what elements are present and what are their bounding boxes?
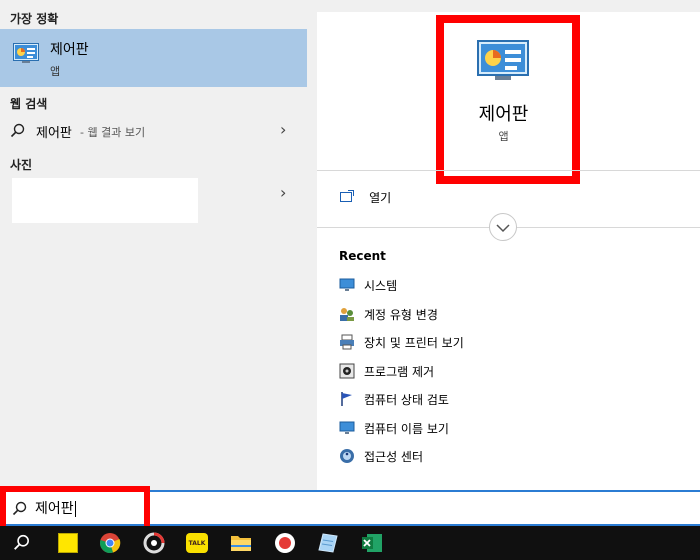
users-icon	[339, 306, 355, 322]
chevron-right-icon[interactable]: ›	[280, 183, 286, 202]
best-match-heading: 가장 정확	[10, 12, 59, 26]
results-pane: 가장 정확 제어판 앱 웹 검색 제어판 - 웹 결과 보기 › 사진 ›	[0, 0, 310, 490]
flag-icon	[339, 391, 355, 407]
search-icon[interactable]	[8, 529, 36, 557]
best-match-name: 제어판	[50, 42, 89, 58]
monitor-icon	[339, 277, 355, 293]
recent-item-label: 장치 및 프린터 보기	[364, 336, 464, 350]
divider	[317, 170, 700, 171]
notepad-icon[interactable]	[314, 529, 342, 557]
recent-item-label: 컴퓨터 상태 검토	[364, 393, 449, 407]
open-action[interactable]: 열기	[340, 187, 391, 206]
sticky-notes-icon[interactable]	[54, 529, 82, 557]
taskbar: TALK	[0, 526, 700, 560]
accessibility-icon	[339, 448, 355, 464]
web-search-result[interactable]: 제어판 - 웹 결과 보기 ›	[0, 118, 307, 144]
web-result-suffix: - 웹 결과 보기	[80, 126, 146, 139]
capture-app-icon[interactable]	[140, 529, 168, 557]
recent-item-label: 접근성 센터	[364, 450, 424, 464]
search-icon	[12, 501, 28, 521]
open-label: 열기	[369, 191, 392, 205]
search-input-value: 제어판	[35, 501, 74, 517]
monitor-icon	[339, 420, 355, 436]
text-caret	[74, 501, 76, 517]
printer-icon	[339, 334, 355, 350]
photo-thumbnail[interactable]	[12, 178, 198, 223]
expand-button[interactable]	[489, 213, 517, 241]
recent-item-label: 시스템	[364, 279, 398, 293]
recent-item-label: 계정 유형 변경	[364, 308, 438, 322]
recent-item-label: 컴퓨터 이름 보기	[364, 422, 449, 436]
program-icon	[339, 363, 355, 379]
chevron-down-icon	[496, 224, 510, 233]
best-match-item[interactable]: 제어판 앱	[0, 29, 307, 87]
best-match-type: 앱	[50, 65, 61, 78]
chevron-right-icon[interactable]: ›	[280, 120, 286, 139]
search-bar[interactable]: 제어판	[0, 486, 700, 532]
recent-heading: Recent	[339, 249, 386, 263]
search-input[interactable]: 제어판	[35, 498, 76, 518]
search-icon	[10, 123, 26, 143]
record-icon[interactable]	[271, 529, 299, 557]
web-query: 제어판	[36, 126, 72, 141]
file-explorer-icon[interactable]	[227, 529, 255, 557]
kakaotalk-icon[interactable]: TALK	[183, 529, 211, 557]
photos-heading: 사진	[10, 158, 33, 172]
open-icon	[340, 190, 356, 205]
excel-icon[interactable]	[358, 529, 386, 557]
control-panel-icon	[13, 43, 39, 67]
recent-item-label: 프로그램 제거	[364, 365, 435, 379]
chrome-icon[interactable]	[96, 529, 124, 557]
highlight-box	[436, 15, 580, 184]
web-search-heading: 웹 검색	[10, 97, 48, 111]
